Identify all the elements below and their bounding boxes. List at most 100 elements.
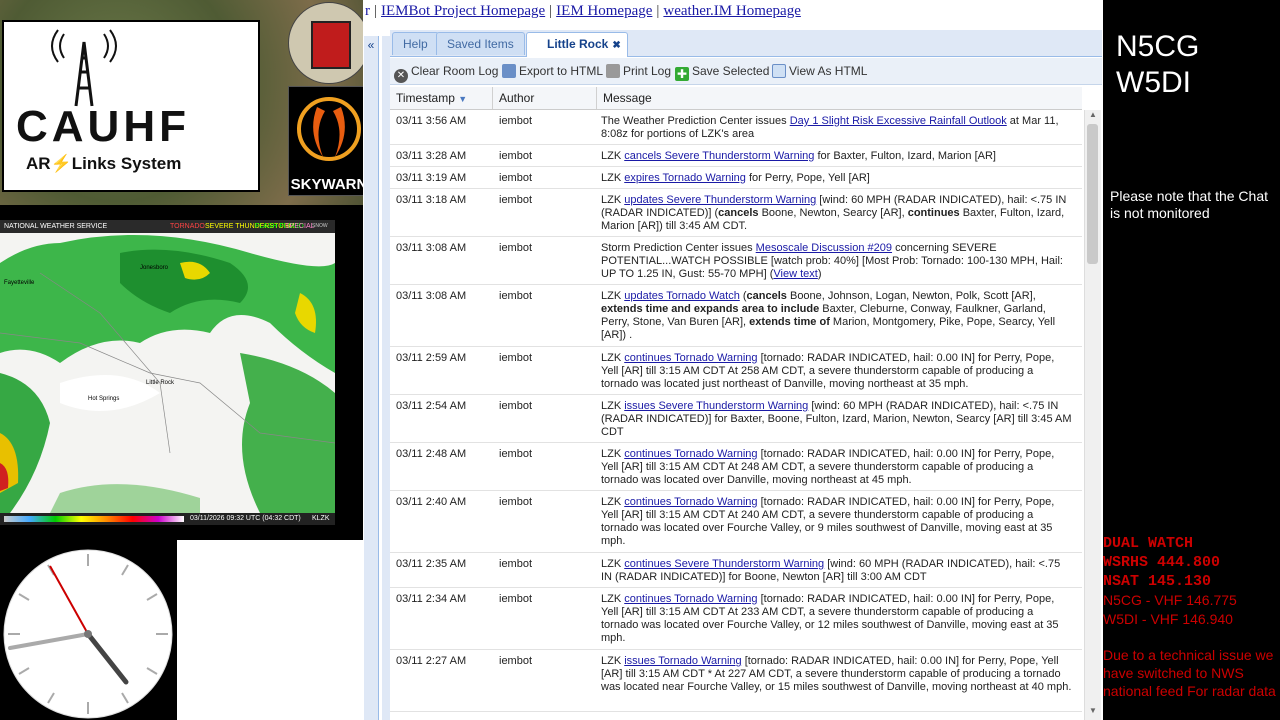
msg-link[interactable]: continues Severe Thunderstorm Warning [624,558,824,570]
iembot-homepage-link[interactable]: IEMBot Project Homepage [381,3,545,19]
msg-link[interactable]: continues Tornado Warning [624,593,757,605]
msg-link[interactable]: updates Severe Thunderstorm Warning [624,194,816,206]
view-as-html-button[interactable]: View As HTML [772,63,867,79]
row-timestamp: 03/11 2:34 AM [396,593,467,605]
msg-text: LZK [601,655,625,667]
msg-bold: extends time and expands area to include [601,303,820,315]
column-timestamp[interactable]: Timestamp ▼ [390,87,493,109]
row-timestamp: 03/11 3:56 AM [396,115,467,127]
close-icon[interactable]: ✖ [612,40,620,51]
grid-scrollbar[interactable]: ▲ ▼ [1084,110,1101,720]
msg-link[interactable]: continues Tornado Warning [624,352,757,364]
clear-icon: ✕ [394,69,408,83]
plus-icon: ✚ [675,67,689,81]
dual-watch-line: N5CG - VHF 146.775 [1103,592,1237,608]
row-author: iembot [499,655,533,667]
table-row[interactable]: 03/11 2:48 AM iembot LZK continues Torna… [390,443,1082,491]
dual-watch-line: W5DI - VHF 146.940 [1103,611,1233,627]
msg-bold: extends time of [749,316,830,328]
msg-text: LZK [601,172,625,184]
analog-clock-icon [3,549,173,719]
truncated-link[interactable]: r [363,3,370,19]
column-author[interactable]: Author [493,87,597,109]
msg-text: LZK [601,194,625,206]
printer-icon [606,64,620,78]
msg-text: ) [817,268,822,280]
msg-text: LZK [601,150,625,162]
radar-station: KLZK [312,515,330,522]
column-message[interactable]: Message [597,87,1082,109]
export-html-button[interactable]: Export to HTML [502,63,603,79]
table-row[interactable]: 03/11 3:28 AM iembot LZK cancels Severe … [390,145,1082,167]
weatherim-homepage-link[interactable]: weather.IM Homepage [663,3,800,19]
table-row[interactable]: 03/11 2:40 AM iembot LZK continues Torna… [390,491,1082,553]
msg-link[interactable]: issues Tornado Warning [624,655,741,667]
top-links-bar: r | IEMBot Project Homepage | IEM Homepage | w… [363,0,1103,28]
analog-clock-area [0,540,177,720]
msg-text: LZK [601,558,625,570]
button-label: Clear Room Log [411,64,499,78]
msg-text: for Perry, Pope, Yell [AR] [745,172,870,184]
collapse-panel-button[interactable]: « [364,36,379,720]
table-row[interactable]: 03/11 2:54 AM iembot LZK issues Severe T… [390,395,1082,443]
table-row[interactable]: 03/11 2:27 AM iembot LZK issues Tornado … [390,650,1082,712]
table-row[interactable]: 03/11 2:34 AM iembot LZK continues Torna… [390,588,1082,650]
scroll-thumb[interactable] [1087,124,1098,264]
scroll-up-arrow-icon[interactable]: ▲ [1085,110,1101,122]
tab-label: Saved Items [447,37,514,51]
row-message: LZK issues Severe Thunderstorm Warning [… [601,400,1073,439]
msg-bold: continues [907,207,960,219]
view-text-link[interactable]: View text [773,268,817,280]
row-author: iembot [499,150,533,162]
msg-bold: cancels [718,207,759,219]
row-author: iembot [499,448,533,460]
msg-text: LZK [601,290,625,302]
tab-help[interactable]: Help [392,32,439,55]
msg-text: Boone, Newton, Searcy [AR], [758,207,908,219]
msg-text: LZK [601,352,625,364]
table-row[interactable]: 03/11 3:08 AM iembot LZK updates Tornado… [390,285,1082,347]
row-message: LZK updates Severe Thunderstorm Warning … [601,194,1073,233]
tab-saved-items[interactable]: Saved Items [436,32,525,55]
panel-divider [382,36,390,720]
button-label: Print Log [623,64,672,78]
save-selected-button[interactable]: ✚ Save Selected [675,63,769,81]
callsign-2: W5DI [1116,66,1191,99]
print-log-button[interactable]: Print Log [606,63,671,79]
msg-text: Storm Prediction Center issues [601,242,756,254]
page-icon [772,64,786,78]
row-author: iembot [499,593,533,605]
tab-label: Help [403,37,428,51]
tab-little-rock[interactable]: Little Rock ✖ [526,32,628,57]
msg-text: for Baxter, Fulton, Izard, Marion [AR] [814,150,996,162]
row-message: LZK expires Tornado Warning for Perry, P… [601,172,1073,185]
row-message: LZK continues Tornado Warning [tornado: … [601,496,1073,548]
iem-homepage-link[interactable]: IEM Homepage [556,3,652,19]
msg-link[interactable]: Day 1 Slight Risk Excessive Rainfall Out… [790,115,1007,127]
logo-sub-left: AR [26,154,51,173]
msg-link[interactable]: updates Tornado Watch [624,290,740,302]
clear-room-log-button[interactable]: ✕ Clear Room Log [394,63,499,83]
radar-header: NATIONAL WEATHER SERVICE TORNADO SEVERE … [0,220,335,243]
msg-link[interactable]: cancels Severe Thunderstorm Warning [624,150,814,162]
msg-link[interactable]: expires Tornado Warning [624,172,746,184]
table-row[interactable]: 03/11 2:35 AM iembot LZK continues Sever… [390,553,1082,588]
row-timestamp: 03/11 2:59 AM [396,352,467,364]
table-row[interactable]: 03/11 2:59 AM iembot LZK continues Torna… [390,347,1082,395]
msg-link[interactable]: Mesoscale Discussion #209 [756,242,892,254]
msg-link[interactable]: continues Tornado Warning [624,496,757,508]
row-message: LZK continues Tornado Warning [tornado: … [601,593,1073,645]
scroll-down-arrow-icon[interactable]: ▼ [1085,706,1101,718]
msg-link[interactable]: issues Severe Thunderstorm Warning [624,400,808,412]
city-label: Hot Springs [88,396,120,402]
button-label: View As HTML [789,64,868,78]
table-row[interactable]: 03/11 3:08 AM iembot Storm Prediction Ce… [390,237,1082,285]
radar-map: NATIONAL WEATHER SERVICE TORNADO SEVERE … [0,220,335,525]
city-label: Jonesboro [140,265,169,271]
row-message: LZK continues Severe Thunderstorm Warnin… [601,558,1073,584]
table-row[interactable]: 03/11 3:19 AM iembot LZK expires Tornado… [390,167,1082,189]
table-row[interactable]: 03/11 3:18 AM iembot LZK updates Severe … [390,189,1082,237]
msg-link[interactable]: continues Tornado Warning [624,448,757,460]
table-row[interactable]: 03/11 3:56 AM iembot The Weather Predict… [390,110,1082,145]
logo-sub-right: Links System [71,154,182,173]
